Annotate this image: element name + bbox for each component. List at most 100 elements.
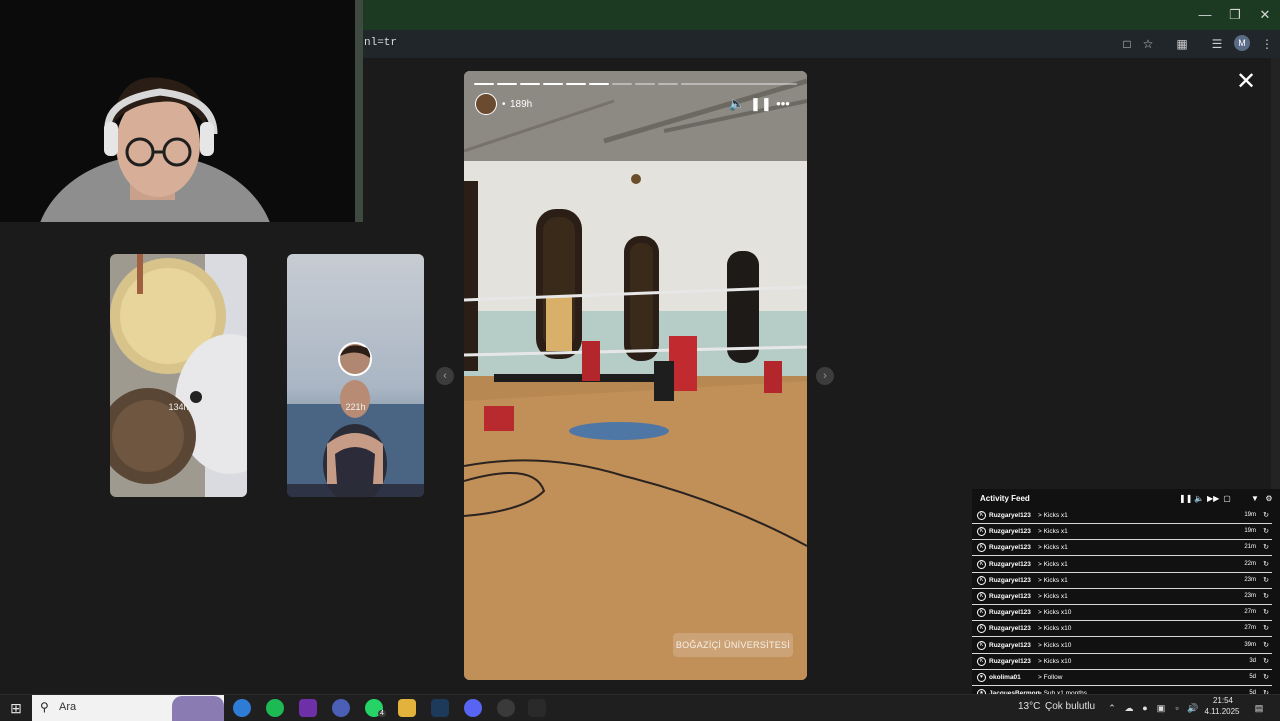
activity-feed-row[interactable]: K Ruzgaryel123 > Kicks x1 23m ↻ <box>972 589 1272 605</box>
chrome-icon[interactable] <box>233 699 251 717</box>
kick-icon: K <box>977 575 986 585</box>
whatsapp-badge: 4 <box>378 710 386 717</box>
kick-icon: K <box>977 527 986 537</box>
activity-feed-panel: Activity Feed ❚❚ 🔈 ▶▶ ▢ ▼ ⚙ K Ruzgaryel12… <box>972 489 1280 719</box>
activity-feed-row[interactable]: K Ruzgaryel123 > Kicks x1 23m ↻ <box>972 573 1272 589</box>
feed-time-ago: 21m <box>1244 544 1256 551</box>
feed-action: > Kicks x1 <box>1038 576 1068 584</box>
microphone-icon[interactable]: ● <box>1138 701 1152 715</box>
taskbar-search[interactable]: ⚲ Ara <box>32 695 224 721</box>
previous-story-arrow-icon[interactable]: ‹ <box>436 367 454 385</box>
story-author-avatar[interactable] <box>475 93 497 115</box>
story-progress-segment <box>589 83 609 85</box>
replay-icon[interactable]: ↻ <box>1263 524 1269 539</box>
story-card-2[interactable]: 221h <box>287 254 424 497</box>
file-explorer-icon[interactable] <box>398 699 416 717</box>
story-progress-segment <box>658 83 678 85</box>
story-age: 221h <box>345 402 366 412</box>
feed-time-ago: 19m <box>1244 528 1256 535</box>
install-app-icon[interactable]: □ <box>1118 35 1136 53</box>
close-window-icon[interactable]: ✕ <box>1256 6 1274 24</box>
activity-feed-row[interactable]: K Ruzgaryel123 > Kicks x10 27m ↻ <box>972 621 1272 638</box>
activity-feed-title: Activity Feed <box>980 494 1030 503</box>
spotify-icon[interactable] <box>266 699 284 717</box>
onedrive-cloud-icon[interactable]: ☁ <box>1122 701 1136 715</box>
obs-icon[interactable] <box>332 699 350 717</box>
clock-time[interactable]: 21:54 <box>1206 696 1240 705</box>
close-viewer-icon[interactable]: ✕ <box>1234 70 1258 94</box>
next-story-arrow-icon[interactable]: › <box>816 367 834 385</box>
tray-chevron-up-icon[interactable]: ⌃ <box>1105 701 1119 715</box>
mute-feed-icon[interactable]: 🔈 <box>1193 493 1205 505</box>
notifications-icon[interactable]: ▤ <box>1252 701 1266 715</box>
profile-avatar[interactable]: M <box>1234 35 1250 51</box>
mute-icon[interactable]: 🔈 <box>728 95 746 113</box>
menu-kebab-icon[interactable]: ⋮ <box>1258 35 1276 53</box>
bookmark-star-icon[interactable]: ☆ <box>1139 35 1157 53</box>
kick-icon: K <box>977 656 986 666</box>
settings-gear-icon[interactable]: ⚙ <box>1263 493 1275 505</box>
network-icon[interactable]: ▫ <box>1170 701 1184 715</box>
clock-date[interactable]: 4.11.2025 <box>1202 707 1242 716</box>
kick-icon: K <box>977 543 986 553</box>
activity-feed-row[interactable]: K Ruzgaryel123 > Kicks x10 39m ↻ <box>972 638 1272 654</box>
media-control-icon[interactable]: ☰ <box>1208 35 1226 53</box>
activity-feed-row[interactable]: K Ruzgaryel123 > Kicks x10 27m ↻ <box>972 605 1272 622</box>
skip-icon[interactable]: ▶▶ <box>1207 493 1219 505</box>
epic-games-icon[interactable] <box>528 699 546 717</box>
windows-start-icon[interactable]: ⊞ <box>8 700 24 716</box>
replay-icon[interactable]: ↻ <box>1263 540 1269 555</box>
weather-description[interactable]: Çok bulutlu <box>1045 701 1095 712</box>
activity-feed-row[interactable]: K Ruzgaryel123 > Kicks x10 3d ↻ <box>972 654 1272 670</box>
feed-action: > Kicks x10 <box>1038 625 1072 633</box>
kick-icon: K <box>977 559 986 569</box>
exo-icon[interactable] <box>299 699 317 717</box>
activity-feed-row[interactable]: K Ruzgaryel123 > Kicks x1 19m ↻ <box>972 508 1272 524</box>
feed-username: Ruzgaryel123 <box>989 560 1031 568</box>
display-icon[interactable]: ▣ <box>1154 701 1168 715</box>
discord-icon[interactable] <box>464 699 482 717</box>
activity-feed-row[interactable]: K Ruzgaryel123 > Kicks x1 19m ↻ <box>972 524 1272 541</box>
volume-icon[interactable]: 🔊 <box>1186 701 1200 715</box>
replay-icon[interactable]: ↻ <box>1263 621 1269 636</box>
steam-icon[interactable] <box>431 699 449 717</box>
replay-icon[interactable]: ↻ <box>1263 605 1269 620</box>
activity-feed-row[interactable]: K Ruzgaryel123 > Kicks x1 21m ↻ <box>972 540 1272 557</box>
replay-icon[interactable]: ↻ <box>1263 557 1269 572</box>
replay-icon[interactable]: ↻ <box>1263 589 1269 604</box>
feed-action: > Kicks x10 <box>1038 657 1072 665</box>
feed-username: Ruzgaryel123 <box>989 576 1031 584</box>
story-progress-segment <box>543 83 563 85</box>
feed-action: > Kicks x1 <box>1038 512 1068 519</box>
replay-icon[interactable]: ↻ <box>1263 654 1269 669</box>
feed-action: > Kicks x1 <box>1038 544 1068 552</box>
main-story[interactable]: • 189h 🔈 ❚❚ ••• BOĞAZİÇİ ÜNİVERSİTESİ <box>464 71 807 680</box>
replay-icon[interactable]: ↻ <box>1263 670 1269 685</box>
filter-icon[interactable]: ▼ <box>1249 493 1261 505</box>
story-progress-segment <box>497 83 517 85</box>
weather-temperature[interactable]: 13°C <box>1018 701 1040 712</box>
feed-action: > Kicks x1 <box>1038 560 1068 568</box>
feed-time-ago: 23m <box>1244 576 1256 583</box>
story-progress-segment <box>612 83 632 85</box>
minimize-icon[interactable]: — <box>1196 6 1214 24</box>
search-placeholder: Ara <box>59 701 77 713</box>
story-card-1[interactable]: 134h <box>110 254 247 497</box>
pause-icon[interactable]: ❚❚ <box>750 95 772 113</box>
story-thumbnail-portrait <box>287 254 424 497</box>
activity-feed-row[interactable]: K Ruzgaryel123 > Kicks x1 22m ↻ <box>972 557 1272 573</box>
address-bar-text[interactable]: nl=tr <box>364 37 397 49</box>
restore-icon[interactable]: ❐ <box>1226 6 1244 24</box>
activity-feed-row[interactable]: ♥ okolima01 > Follow 5d ↻ <box>972 670 1272 686</box>
replay-icon[interactable]: ↻ <box>1263 508 1269 523</box>
extensions-icon[interactable]: ▦ <box>1173 35 1191 53</box>
replay-icon[interactable]: ↻ <box>1263 573 1269 588</box>
webcam-image <box>0 0 363 222</box>
pause-feed-icon[interactable]: ❚❚ <box>1179 493 1192 505</box>
trash-icon[interactable]: ▢ <box>1221 493 1233 505</box>
location-sticker[interactable]: BOĞAZİÇİ ÜNİVERSİTESİ <box>673 633 793 657</box>
webcam-border <box>355 0 363 222</box>
replay-icon[interactable]: ↻ <box>1263 638 1269 653</box>
obs-studio-icon[interactable] <box>497 699 515 717</box>
more-options-icon[interactable]: ••• <box>774 95 792 113</box>
